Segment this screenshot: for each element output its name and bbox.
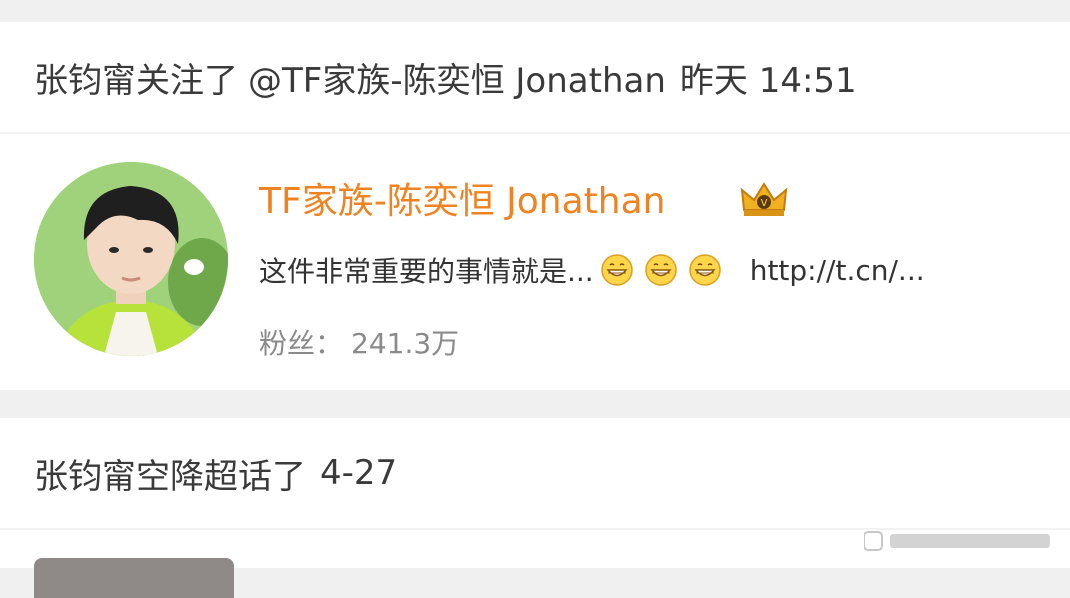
avatar[interactable] [34,558,234,598]
activity-time: 昨天 14:51 [679,60,857,101]
actor-name[interactable]: 张钧甯 [34,449,136,498]
mention-link[interactable]: @TF家族-陈奕恒 Jonathan [248,53,666,102]
divider [0,132,1070,134]
user-name[interactable]: TF家族-陈奕恒 Jonathan [259,172,665,224]
crown-icon: V [738,180,790,220]
svg-text:V: V [761,198,768,209]
bio-link[interactable]: http://t.cn/... [750,254,925,287]
fans-label: 粉丝： [259,327,344,360]
activity-action: 关注了 [136,60,238,101]
actor-name[interactable]: 张钧甯 [34,53,136,102]
activity-header: 张钧甯 关注了 @TF家族-陈奕恒 Jonathan 昨天 14:51 [34,22,857,132]
activity-header: 张钧甯 空降超话了 4-27 [34,418,397,528]
avatar[interactable] [34,162,228,356]
grin-icon [600,253,634,287]
user-bio: 这件非常重要的事情就是... http://t.cn/... [259,250,925,290]
activity-date: 4-27 [320,453,398,493]
activity-card-follow: 张钧甯 关注了 @TF家族-陈奕恒 Jonathan 昨天 14:51 TF家族… [0,22,1070,390]
bio-text: 这件非常重要的事情就是... [259,255,594,288]
watermark-icon [863,528,1054,554]
activity-action: 空降超话了 [136,456,306,497]
fans-info: 粉丝： 241.3万 [259,322,459,362]
activity-card-supertopic: 张钧甯 空降超话了 4-27 [0,418,1070,598]
grin-icon [688,253,722,287]
fans-count: 241.3万 [351,327,460,360]
grin-icon [644,253,678,287]
